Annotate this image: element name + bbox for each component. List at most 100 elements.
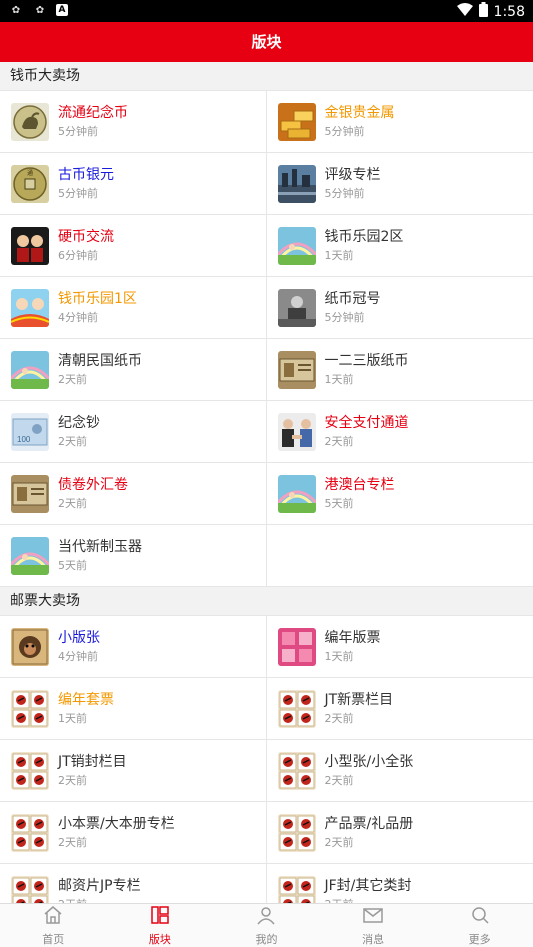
board-item[interactable]: 债卷外汇卷 2天前 [0,463,267,525]
tab-home[interactable]: 首页 [0,904,107,947]
board-item[interactable]: 100 纪念钞 2天前 [0,401,267,463]
home-icon [42,904,64,930]
tab-mail[interactable]: 消息 [320,904,427,947]
page-title: 版块 [0,22,533,62]
bottom-tab-bar: 首页 版块 我的 消息 更多 [0,903,533,947]
board-item-time: 5天前 [324,497,354,510]
rainbow-thumbnail [277,226,316,265]
board-item-time: 6分钟前 [58,249,98,262]
board-item-name: 小版张 [58,630,100,646]
board-item[interactable]: 钱币乐园1区 4分钟前 [0,277,267,339]
ancient-coin-thumbnail: 通 [11,164,49,203]
commem-note-thumbnail: 100 [11,412,49,451]
board-item-text: 安全支付通道 2天前 [325,414,409,449]
board-item-time: 5分钟前 [324,125,365,138]
board-item-text: 古币银元 5分钟前 [58,166,114,201]
stamps-thumbnail [277,875,316,903]
stamps-thumbnail [11,751,49,790]
board-item-name: 钱币乐园1区 [58,291,137,307]
board-item-name: 邮资片JP专栏 [58,878,141,894]
board-item-name: 小型张/小全张 [324,754,414,770]
board-item-name: 编年套票 [58,692,114,708]
svg-text:通: 通 [27,169,33,177]
board-item-text: 一二三版纸币 1天前 [325,352,409,387]
people-thumbnail [11,226,49,265]
board-item-name: 一二三版纸币 [324,353,409,369]
board-item-time: 5分钟前 [58,125,98,138]
board-item[interactable]: 小本票/大本册专栏 2天前 [0,802,267,864]
board-item-time: 1天前 [58,712,87,725]
board-item-text: 清朝民国纸币 2天前 [58,352,142,387]
board-grid: 小版张 4分钟前 编年版票 1天前 编年套票 1天前 JT新票栏目 2天前 JT销封栏目 2天前小… [0,615,533,903]
board-item[interactable]: 产品票/礼品册 2天前 [266,802,533,864]
board-item[interactable]: JF封/其它类封2天前 [267,864,533,903]
board-item[interactable]: 小版张 4分钟前 [0,616,267,678]
banknote-thumbnail [277,350,316,389]
tab-label: 更多 [468,933,491,946]
board-item[interactable]: 邮资片JP专栏2天前 [0,864,267,903]
board-item-text: 小型张/小全张 2天前 [325,753,414,788]
bw-photo-thumbnail [277,288,316,327]
tab-user[interactable]: 我的 [213,904,320,947]
board-item-time: 1天前 [324,373,354,386]
board-item[interactable]: 港澳台专栏 5天前 [266,463,533,525]
board-item-name: 流通纪念币 [58,105,128,121]
board-item-name: JT销封栏目 [58,754,127,770]
board-item[interactable]: 通 古币银元 5分钟前 [0,153,267,215]
board-item-name: 评级专栏 [324,167,381,183]
board-item[interactable]: 编年套票 1天前 [0,678,267,740]
board-item-time: 5分钟前 [324,187,365,200]
svg-text:100: 100 [17,435,31,444]
board-item-text: JF封/其它类封2天前 [325,877,412,903]
board-item[interactable]: 小型张/小全张 2天前 [266,740,533,802]
board-item-name: 清朝民国纸币 [58,353,142,369]
section-header: 邮票大卖场 [0,587,533,615]
board-item-text: 编年版票 1天前 [325,629,381,664]
board-item[interactable]: JT销封栏目 2天前 [0,740,267,802]
stamps-thumbnail [277,689,316,728]
user-icon [255,904,277,930]
board-item-text: 小版张 4分钟前 [58,629,100,664]
tab-label: 我的 [255,933,278,946]
board-item[interactable]: 流通纪念币 5分钟前 [0,91,267,153]
board-item-text: 钱币乐园1区 4分钟前 [58,290,137,325]
board-item-name: JT新票栏目 [324,692,394,708]
board-item-text: 邮资片JP专栏2天前 [58,877,141,903]
board-item[interactable]: 硬币交流 6分钟前 [0,215,267,277]
board-item-name: 债卷外汇卷 [58,477,128,493]
board-item[interactable]: 评级专栏 5分钟前 [266,153,533,215]
gold-bars-thumbnail [277,102,316,141]
board-item-text: 流通纪念币 5分钟前 [58,104,128,139]
board-list[interactable]: 钱币大卖场 流通纪念币 5分钟前 金银贵金属 5分钟前通古币银元 5分钟前 评级专栏 5分钟前… [0,62,533,903]
board-item[interactable]: 钱币乐园2区 1天前 [266,215,533,277]
board-item-time: 4分钟前 [58,311,98,324]
board-item-text: 小本票/大本册专栏 2天前 [58,815,175,850]
board-item-name: 纸币冠号 [324,291,381,307]
board-item-name: 古币银元 [58,167,114,183]
stamps-thumbnail [11,813,49,852]
app-notification-icon: A [56,4,68,16]
stamps-thumbnail [11,689,49,728]
board-item[interactable]: 安全支付通道 2天前 [266,401,533,463]
city-photo-thumbnail [277,164,316,203]
board-item[interactable]: JT新票栏目 2天前 [266,678,533,740]
board-item-name: 硬币交流 [58,229,114,245]
board-item[interactable]: 清朝民国纸币 2天前 [0,339,267,401]
board-item[interactable]: 一二三版纸币 1天前 [266,339,533,401]
tab-label: 版块 [148,933,171,946]
board-item[interactable]: 金银贵金属 5分钟前 [266,91,533,153]
notification-icon: ✿ [35,4,45,16]
empty-cell [266,525,533,587]
board-item-text: 港澳台专栏 5天前 [325,476,395,511]
tab-board[interactable]: 版块 [107,904,214,947]
board-item[interactable]: 纸币冠号 5分钟前 [266,277,533,339]
board-item-time: 2天前 [324,712,354,725]
mail-icon [362,904,384,930]
board-item-text: 硬币交流 6分钟前 [58,228,114,263]
tab-search[interactable]: 更多 [426,904,533,947]
board-item-time: 5分钟前 [324,311,365,324]
board-item-text: 纪念钞 2天前 [58,414,100,449]
board-item-text: 纸币冠号 5分钟前 [325,290,381,325]
board-item[interactable]: 编年版票 1天前 [266,616,533,678]
board-item[interactable]: 当代新制玉器 5天前 [0,525,267,587]
